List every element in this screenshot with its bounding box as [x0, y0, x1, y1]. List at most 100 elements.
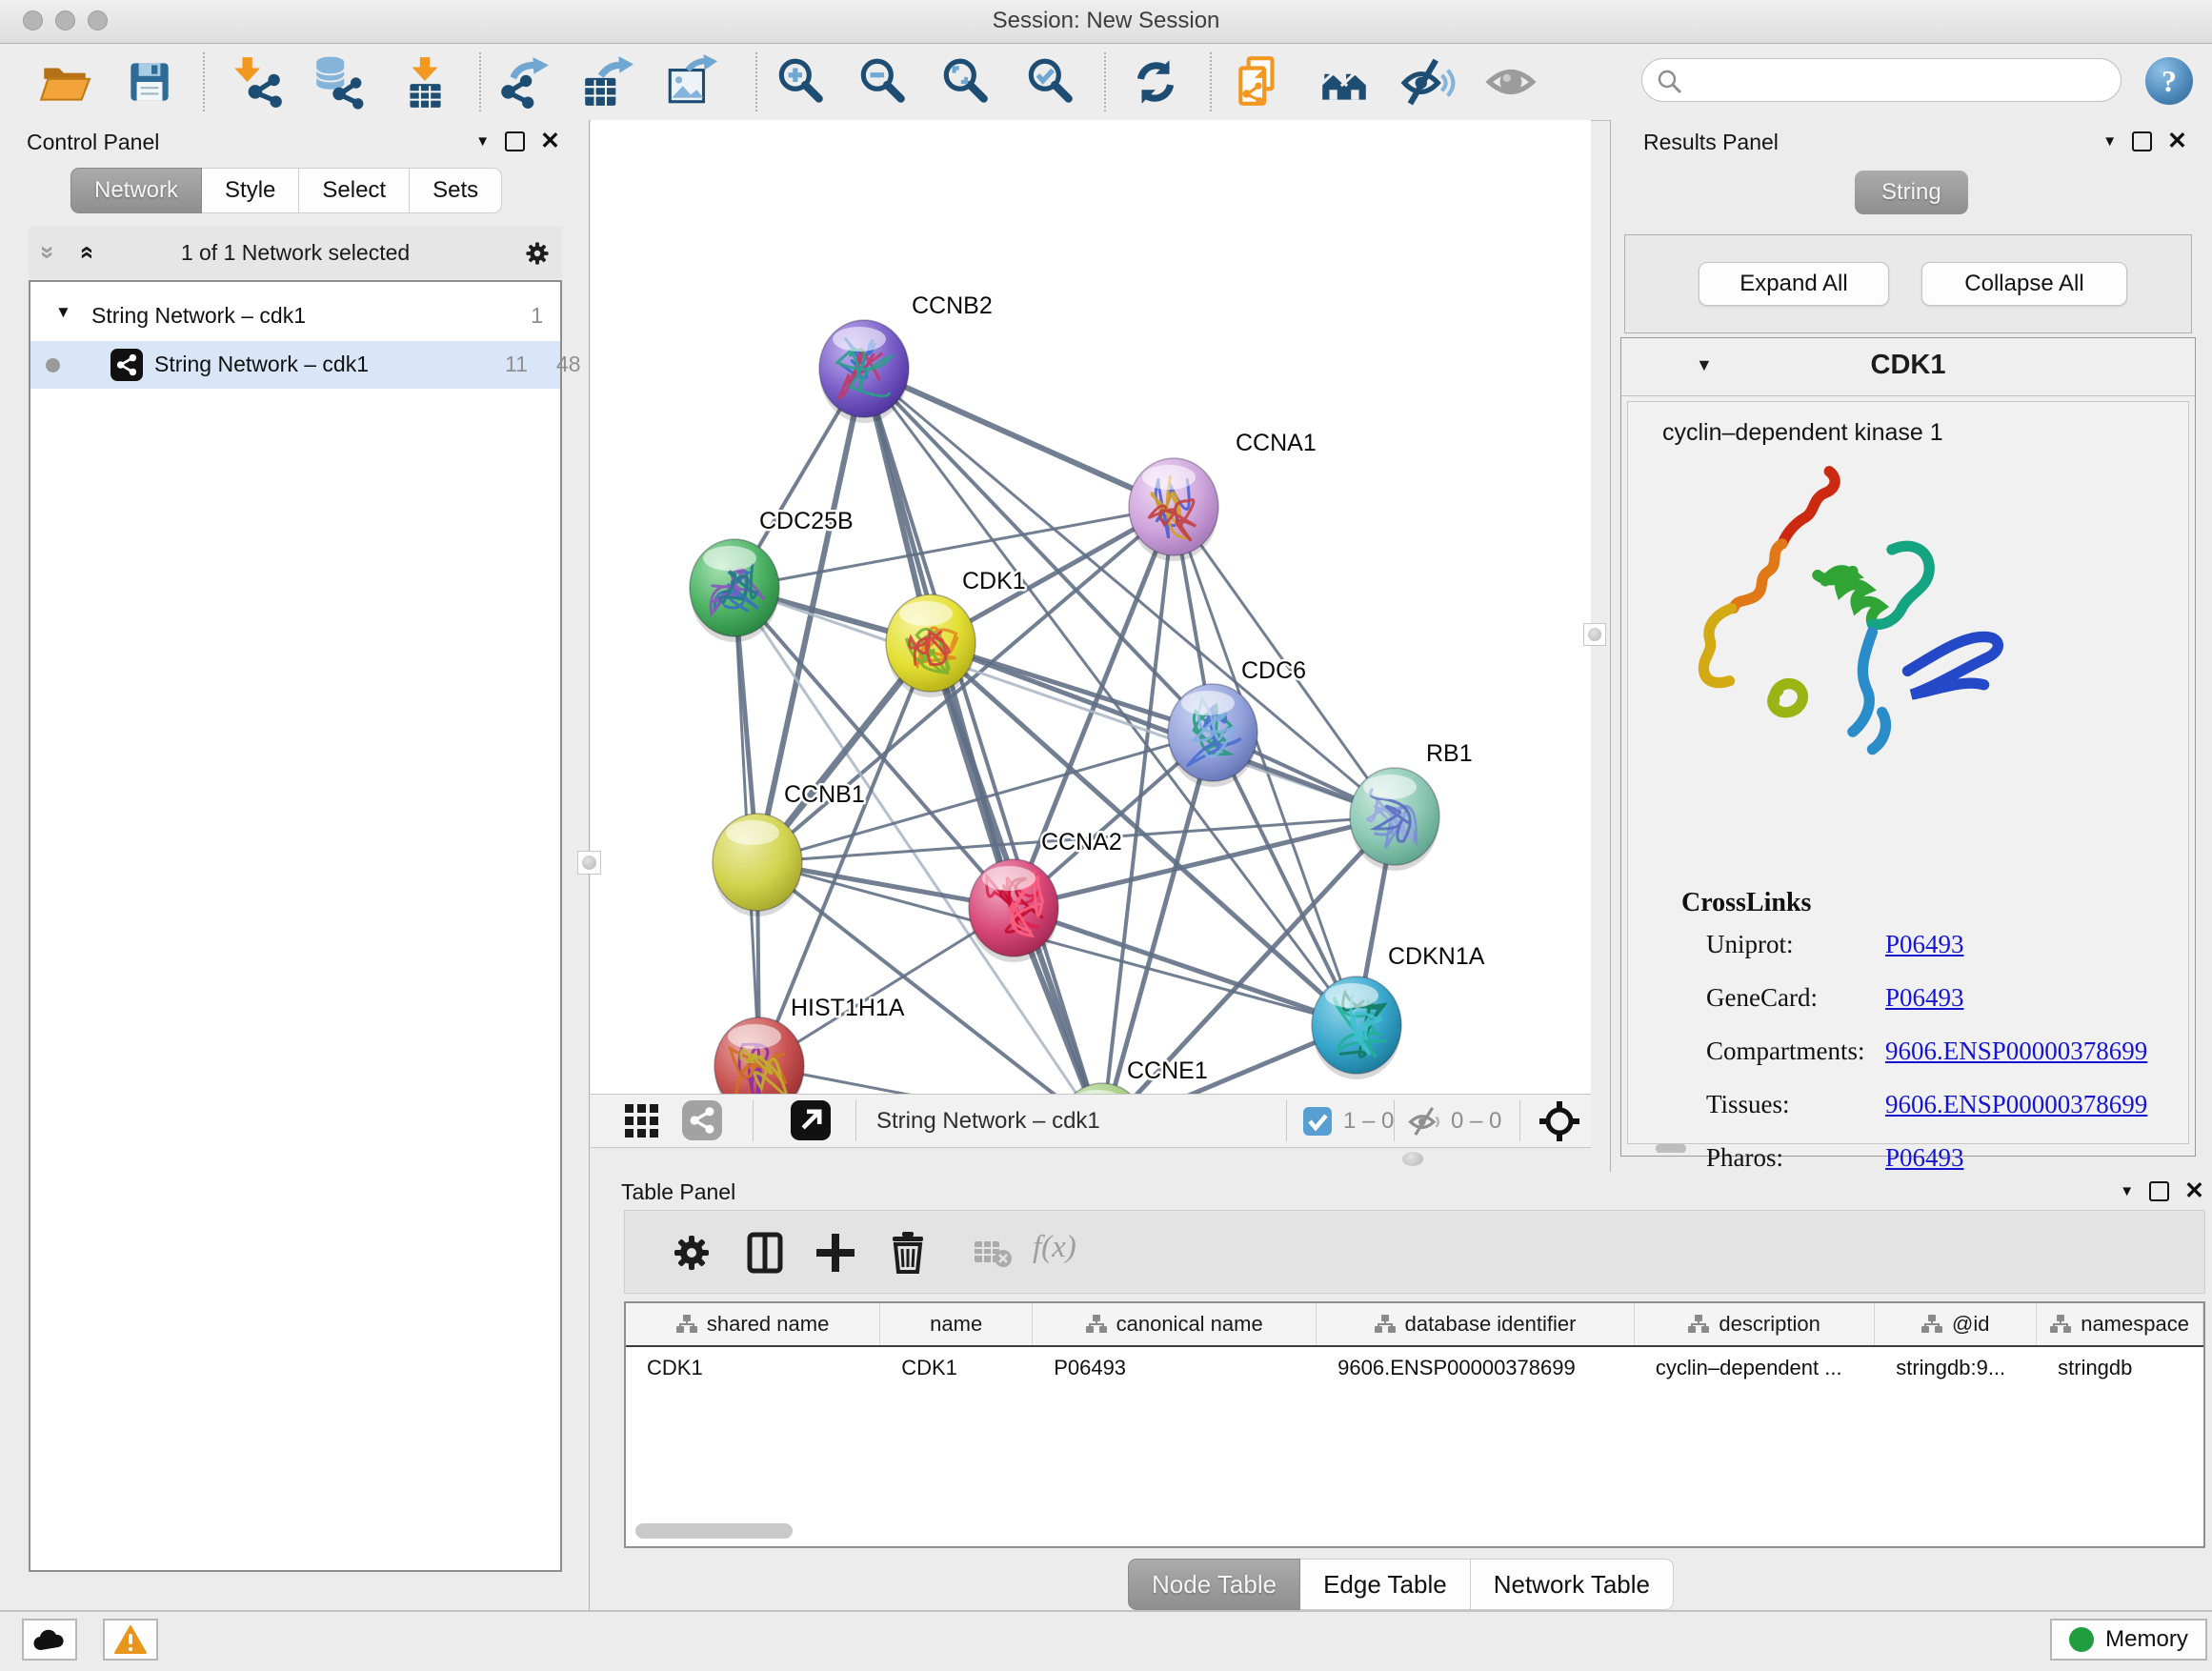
crosslink-row: Compartments:9606.ENSP00000378699: [1628, 1037, 2188, 1090]
column-header-canonical-name[interactable]: canonical name: [1033, 1303, 1317, 1345]
show-eye-icon[interactable]: [1483, 54, 1538, 110]
tab-style[interactable]: Style: [202, 168, 299, 213]
center-view-crosshair-icon[interactable]: [1539, 1101, 1579, 1141]
network-edge[interactable]: [864, 369, 1357, 1025]
panel-float-icon[interactable]: [2132, 131, 2152, 151]
apply-layout-button[interactable]: [1128, 54, 1183, 110]
tab-network-table[interactable]: Network Table: [1471, 1559, 1674, 1610]
network-node-ccna2[interactable]: [969, 859, 1058, 962]
column-header-database-identifier[interactable]: database identifier: [1317, 1303, 1635, 1345]
warning-status-button[interactable]: [103, 1619, 158, 1661]
status-bar: Memory: [0, 1610, 2212, 1671]
zoom-selected-button[interactable]: [1022, 54, 1077, 110]
panel-collapse-icon[interactable]: ▼: [475, 133, 490, 150]
create-column-plus-icon[interactable]: [809, 1226, 862, 1279]
crosslink-link[interactable]: P06493: [1885, 1143, 1964, 1173]
string-share-icon[interactable]: [682, 1100, 722, 1140]
crosslink-link[interactable]: P06493: [1885, 930, 1964, 959]
panel-close-icon[interactable]: ✕: [2167, 133, 2187, 150]
network-node-rb1[interactable]: [1350, 768, 1439, 871]
open-in-window-icon[interactable]: [791, 1100, 831, 1140]
import-network-button[interactable]: [231, 54, 286, 110]
tab-network[interactable]: Network: [70, 168, 202, 213]
column-header-shared-name[interactable]: shared name: [626, 1303, 880, 1345]
table-row[interactable]: CDK1CDK1P064939606.ENSP00000378699cyclin…: [626, 1347, 2203, 1389]
save-session-button[interactable]: [122, 54, 177, 110]
network-node-ccnb2[interactable]: [819, 320, 909, 423]
crosslink-link[interactable]: P06493: [1885, 983, 1964, 1013]
open-session-button[interactable]: [37, 54, 92, 110]
cloud-status-button[interactable]: [22, 1619, 77, 1661]
tab-node-table[interactable]: Node Table: [1128, 1559, 1300, 1610]
network-view-toolbar: String Network – cdk1 1 – 0 0 – 0: [591, 1094, 1591, 1148]
search-input[interactable]: [1692, 63, 2111, 97]
panel-float-icon[interactable]: [2149, 1181, 2169, 1201]
collection-expander-icon[interactable]: ▼: [55, 303, 71, 322]
current-network-title: String Network – cdk1: [876, 1095, 1100, 1147]
export-table-button[interactable]: [579, 54, 634, 110]
tab-select[interactable]: Select: [299, 168, 410, 213]
table-header-row: shared namenamecanonical namedatabase id…: [626, 1303, 2203, 1347]
vertical-splitter-handle-left[interactable]: [577, 851, 601, 875]
panel-collapse-icon[interactable]: ▼: [2120, 1183, 2134, 1199]
tab-string[interactable]: String: [1855, 171, 1968, 214]
zoom-fit-button[interactable]: [937, 54, 993, 110]
help-button[interactable]: ?: [2145, 57, 2193, 105]
export-image-button[interactable]: [662, 54, 717, 110]
network-node-ccnb1[interactable]: [713, 814, 802, 916]
network-node-hist1h1a[interactable]: [714, 1017, 804, 1094]
toolbar-separator: [479, 52, 481, 111]
node-result-header[interactable]: ▼ CDK1: [1621, 338, 2195, 396]
network-options-gear-icon[interactable]: [520, 236, 554, 271]
import-table-button[interactable]: [397, 54, 452, 110]
network-canvas[interactable]: CCNB2CCNA1CDC25BCDK1CDC6RB1CCNB1CCNA2CDK…: [591, 120, 1591, 1094]
network-edge[interactable]: [864, 369, 1174, 507]
copy-network-button[interactable]: [1232, 54, 1287, 110]
network-node-cdc25b[interactable]: [690, 539, 779, 642]
column-header--id[interactable]: @id: [1875, 1303, 2037, 1345]
network-row-selected[interactable]: String Network – cdk1 11 48: [30, 341, 560, 389]
warning-icon: [114, 1625, 147, 1654]
network-node-ccna1[interactable]: [1129, 458, 1218, 561]
vertical-splitter-handle-right[interactable]: [1583, 623, 1606, 646]
collapse-all-button[interactable]: Collapse All: [1921, 262, 2127, 306]
tab-sets[interactable]: Sets: [410, 168, 502, 213]
hide-results-icon[interactable]: [1400, 54, 1456, 110]
birdseye-grid-icon[interactable]: [623, 1102, 661, 1140]
network-edge[interactable]: [1102, 733, 1213, 1094]
network-graph[interactable]: CCNB2CCNA1CDC25BCDK1CDC6RB1CCNB1CCNA2CDK…: [591, 120, 1591, 1094]
selected-checkbox[interactable]: [1303, 1107, 1332, 1136]
crosslink-link[interactable]: 9606.ENSP00000378699: [1885, 1090, 2147, 1119]
show-columns-icon[interactable]: [738, 1226, 792, 1279]
network-node-cdc6[interactable]: [1168, 684, 1257, 787]
card-scrollbar-thumb[interactable]: [1656, 1144, 1686, 1153]
panel-close-icon[interactable]: ✕: [540, 133, 560, 150]
column-header-namespace[interactable]: namespace: [2037, 1303, 2203, 1345]
panel-collapse-icon[interactable]: ▼: [2102, 133, 2117, 150]
network-edge[interactable]: [931, 643, 1395, 816]
table-hscrollbar-thumb[interactable]: [635, 1523, 793, 1539]
table-options-gear-icon[interactable]: [665, 1226, 718, 1279]
zoom-in-button[interactable]: [773, 54, 828, 110]
network-tree: ▼ String Network – cdk1 1 String Network…: [29, 280, 562, 1572]
delete-column-trash-icon[interactable]: [881, 1226, 935, 1279]
network-edge[interactable]: [864, 369, 1102, 1094]
tab-edge-table[interactable]: Edge Table: [1300, 1559, 1471, 1610]
export-network-button[interactable]: [495, 54, 551, 110]
home-pages-button[interactable]: [1317, 54, 1372, 110]
import-network-from-database-button[interactable]: [311, 54, 366, 110]
crosslink-link[interactable]: 9606.ENSP00000378699: [1885, 1037, 2147, 1066]
panel-close-icon[interactable]: ✕: [2184, 1183, 2204, 1199]
memory-button[interactable]: Memory: [2050, 1619, 2207, 1661]
zoom-out-button[interactable]: [855, 54, 910, 110]
network-status-dot: [46, 358, 60, 372]
network-node-cdkn1a[interactable]: [1312, 976, 1401, 1079]
network-collection-row[interactable]: ▼ String Network – cdk1 1: [30, 295, 560, 337]
panel-float-icon[interactable]: [505, 131, 525, 151]
node-label-cdc6: CDC6: [1241, 657, 1306, 684]
expand-all-button[interactable]: Expand All: [1699, 262, 1889, 306]
horizontal-splitter-handle[interactable]: [1402, 1152, 1423, 1166]
column-header-name[interactable]: name: [880, 1303, 1033, 1345]
network-node-cdk1[interactable]: [886, 594, 975, 697]
column-header-description[interactable]: description: [1635, 1303, 1875, 1345]
